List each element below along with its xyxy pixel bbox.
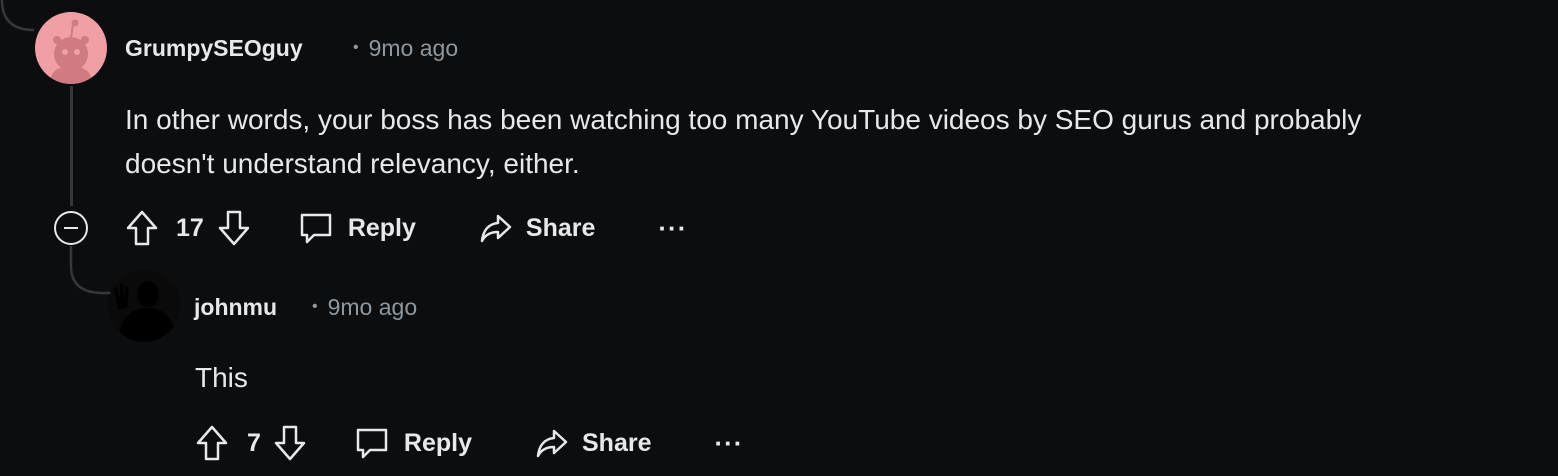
snoo-avatar-icon (51, 19, 91, 84)
upvote-icon (126, 210, 158, 246)
comment-body-line: doesn't understand relevancy, either. (125, 148, 580, 179)
comment-body: In other words, your boss has been watch… (125, 98, 1361, 186)
upvote-button[interactable] (125, 209, 159, 247)
comment-author[interactable]: GrumpySEOguy (125, 35, 303, 62)
share-icon (480, 214, 512, 243)
reply-label: Reply (347, 213, 416, 242)
downvote-button[interactable] (217, 209, 251, 247)
share-label: Share (525, 213, 596, 242)
share-label: Share (582, 428, 652, 457)
profile-photo-icon (108, 270, 180, 342)
upvote-icon (196, 425, 228, 461)
reply-button[interactable]: Reply (354, 425, 472, 461)
vote-count: 7 (247, 428, 261, 457)
comment-thread-line (70, 86, 73, 206)
more-options-button[interactable]: ··· (658, 213, 688, 243)
share-button[interactable]: Share (478, 210, 595, 246)
comment-icon (356, 428, 388, 459)
comment-timestamp: • 9mo ago (312, 294, 418, 320)
more-options-button[interactable]: ··· (714, 428, 744, 458)
comment-action-bar: 7 Reply Share ··· (195, 423, 743, 463)
avatar[interactable] (35, 12, 107, 84)
collapse-icon (64, 226, 78, 230)
reply-button[interactable]: Reply (298, 210, 416, 246)
comment-thread: GrumpySEOguy • 9mo ago In other words, yo… (0, 0, 1558, 476)
avatar[interactable] (108, 270, 180, 342)
collapse-button[interactable] (54, 211, 88, 245)
more-icon: ··· (714, 428, 744, 458)
share-icon (536, 429, 568, 458)
share-button[interactable]: Share (534, 425, 651, 461)
downvote-icon (274, 425, 306, 461)
comment-author[interactable]: johnmu (194, 294, 277, 321)
reply-label: Reply (403, 428, 472, 457)
upvote-button[interactable] (195, 424, 229, 462)
comment-action-bar: 17 Reply Share ··· (125, 208, 687, 248)
comment-timestamp: • 9mo ago (353, 35, 459, 61)
comment-icon (300, 213, 332, 244)
comment-body-line: In other words, your boss has been watch… (125, 104, 1362, 135)
more-icon: ··· (658, 213, 688, 243)
downvote-icon (218, 210, 250, 246)
downvote-button[interactable] (273, 424, 307, 462)
vote-count: 17 (176, 213, 204, 242)
comment-body: This (195, 362, 248, 393)
